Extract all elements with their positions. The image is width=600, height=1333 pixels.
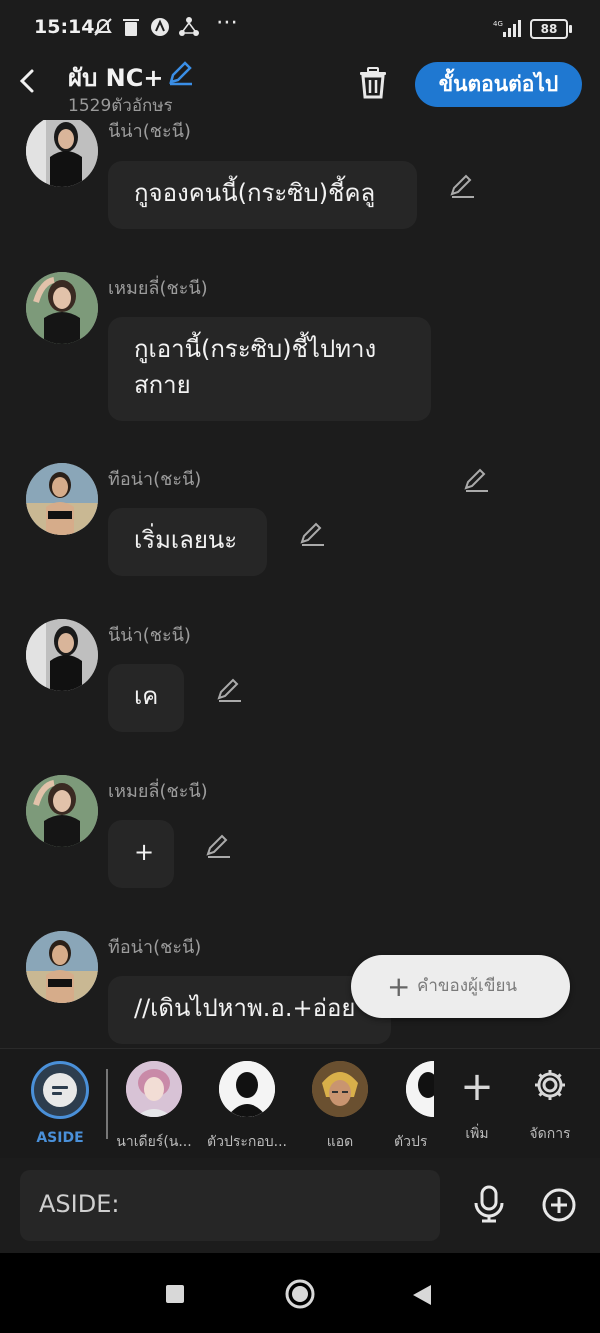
plus-icon: + <box>387 970 411 1003</box>
message-bubble[interactable]: //เดินไปหาพ.อ.+อ่อย <box>108 976 391 1044</box>
top-bar: ผับ NC+ 1529ตัวอักษร ขั้นตอนต่อไป <box>0 56 600 120</box>
avatar[interactable] <box>26 120 98 187</box>
character-name: ASIDE <box>36 1130 84 1146</box>
avatar[interactable] <box>26 272 98 344</box>
avatar[interactable] <box>26 775 98 847</box>
sender-name: ทีอน่า(ชะนี) <box>108 469 202 490</box>
character-item[interactable]: ตัวประกอบ... <box>202 1061 292 1153</box>
character-item[interactable]: นาเดียร์(น... <box>112 1061 196 1153</box>
app-status-icon <box>149 16 171 43</box>
edit-message-icon[interactable] <box>462 466 490 494</box>
recents-icon[interactable] <box>165 1284 185 1308</box>
sender-name: ทีอน่า(ชะนี) <box>108 937 202 958</box>
edit-title-icon[interactable] <box>166 59 194 91</box>
sender-name: นีน่า(ชะนี) <box>108 121 191 142</box>
message-text: + <box>134 838 155 866</box>
message-text: เค <box>134 682 159 710</box>
edit-message-icon[interactable] <box>204 832 232 860</box>
character-aside[interactable]: ASIDE <box>24 1061 96 1146</box>
battery-indicator: 88 <box>530 19 572 39</box>
microphone-icon[interactable] <box>473 1185 505 1227</box>
delete-icon[interactable] <box>357 66 389 104</box>
input-placeholder: ASIDE: <box>39 1190 120 1218</box>
gear-icon <box>522 1061 578 1117</box>
back-arrow-icon[interactable] <box>16 66 40 100</box>
character-bar: ASIDE นาเดียร์(น... ตัวประกอบ... แอด ตัว… <box>0 1048 600 1159</box>
edit-message-icon[interactable] <box>298 520 326 548</box>
message-bubble[interactable]: กูเอานี้(กระซิบ)ชี้ไปทาง สกาย <box>108 317 431 421</box>
manage-characters-button[interactable]: จัดการ <box>522 1061 578 1145</box>
character-name: ตัวปร <box>394 1134 428 1150</box>
add-label: เพิ่ม <box>465 1126 489 1142</box>
avatar[interactable] <box>26 931 98 1003</box>
aside-avatar <box>31 1061 89 1119</box>
message-text: กูจองคนนี้(กระซิบ)ชี้คลู <box>134 179 376 207</box>
message-text-line: กูเอานี้(กระซิบ)ชี้ไปทาง <box>134 335 377 363</box>
more-status-icon: ⋯ <box>216 10 238 35</box>
character-avatar <box>126 1061 182 1117</box>
edit-message-icon[interactable] <box>215 676 243 704</box>
mute-icon <box>92 16 114 43</box>
sender-name: เหมยลี่(ชะนี) <box>108 781 208 802</box>
message-text: เริ่มเลยนะ <box>134 526 238 554</box>
character-avatar <box>219 1061 275 1117</box>
input-bar: ASIDE: <box>0 1158 600 1253</box>
trash-status-icon <box>121 16 141 43</box>
character-avatar <box>312 1061 368 1117</box>
sender-name: นีน่า(ชะนี) <box>108 625 191 646</box>
character-count: 1529ตัวอักษร <box>68 96 173 116</box>
add-circle-icon[interactable] <box>541 1187 577 1227</box>
status-time: 15:14 <box>34 16 95 38</box>
message-text: //เดินไปหาพ.อ.+อ่อย <box>134 994 356 1022</box>
character-item[interactable]: ตัวปร <box>394 1061 434 1153</box>
avatar[interactable] <box>26 463 98 535</box>
edit-message-icon[interactable] <box>448 172 476 200</box>
author-note-label: คำของผู้เขียน <box>417 976 518 996</box>
system-nav-bar <box>0 1253 600 1333</box>
character-name: ตัวประกอบ... <box>206 1134 287 1150</box>
author-note-button[interactable]: + คำของผู้เขียน <box>351 955 570 1018</box>
home-icon[interactable] <box>284 1278 316 1314</box>
manage-label: จัดการ <box>529 1126 571 1142</box>
add-icon: + <box>460 1064 494 1110</box>
character-name: นาเดียร์(น... <box>116 1134 192 1150</box>
message-input[interactable]: ASIDE: <box>20 1170 440 1241</box>
message-text-line: สกาย <box>134 371 191 399</box>
character-avatar <box>406 1061 434 1117</box>
message-bubble[interactable]: เค <box>108 664 184 732</box>
sender-name: เหมยลี่(ชะนี) <box>108 278 208 299</box>
divider <box>106 1069 108 1139</box>
status-bar: 15:14 ⋯ 4G 88 <box>0 0 600 56</box>
next-step-button[interactable]: ขั้นตอนต่อไป <box>415 62 582 107</box>
message-bubble[interactable]: กูจองคนนี้(กระซิบ)ชี้คลู <box>108 161 417 229</box>
share-status-icon <box>178 16 200 43</box>
signal-icon: 4G <box>493 20 521 37</box>
chat-list[interactable]: นีน่า(ชะนี) กูจองคนนี้(กระซิบ)ชี้คลู เหม… <box>0 120 600 1048</box>
svg-text:4G: 4G <box>493 20 503 28</box>
add-character-button[interactable]: + เพิ่ม <box>452 1061 502 1145</box>
avatar[interactable] <box>26 619 98 691</box>
character-item[interactable]: แอด <box>310 1061 370 1153</box>
message-bubble[interactable]: เริ่มเลยนะ <box>108 508 267 576</box>
character-name: แอด <box>326 1134 354 1150</box>
back-nav-icon[interactable] <box>411 1283 433 1311</box>
message-bubble[interactable]: + <box>108 820 174 888</box>
